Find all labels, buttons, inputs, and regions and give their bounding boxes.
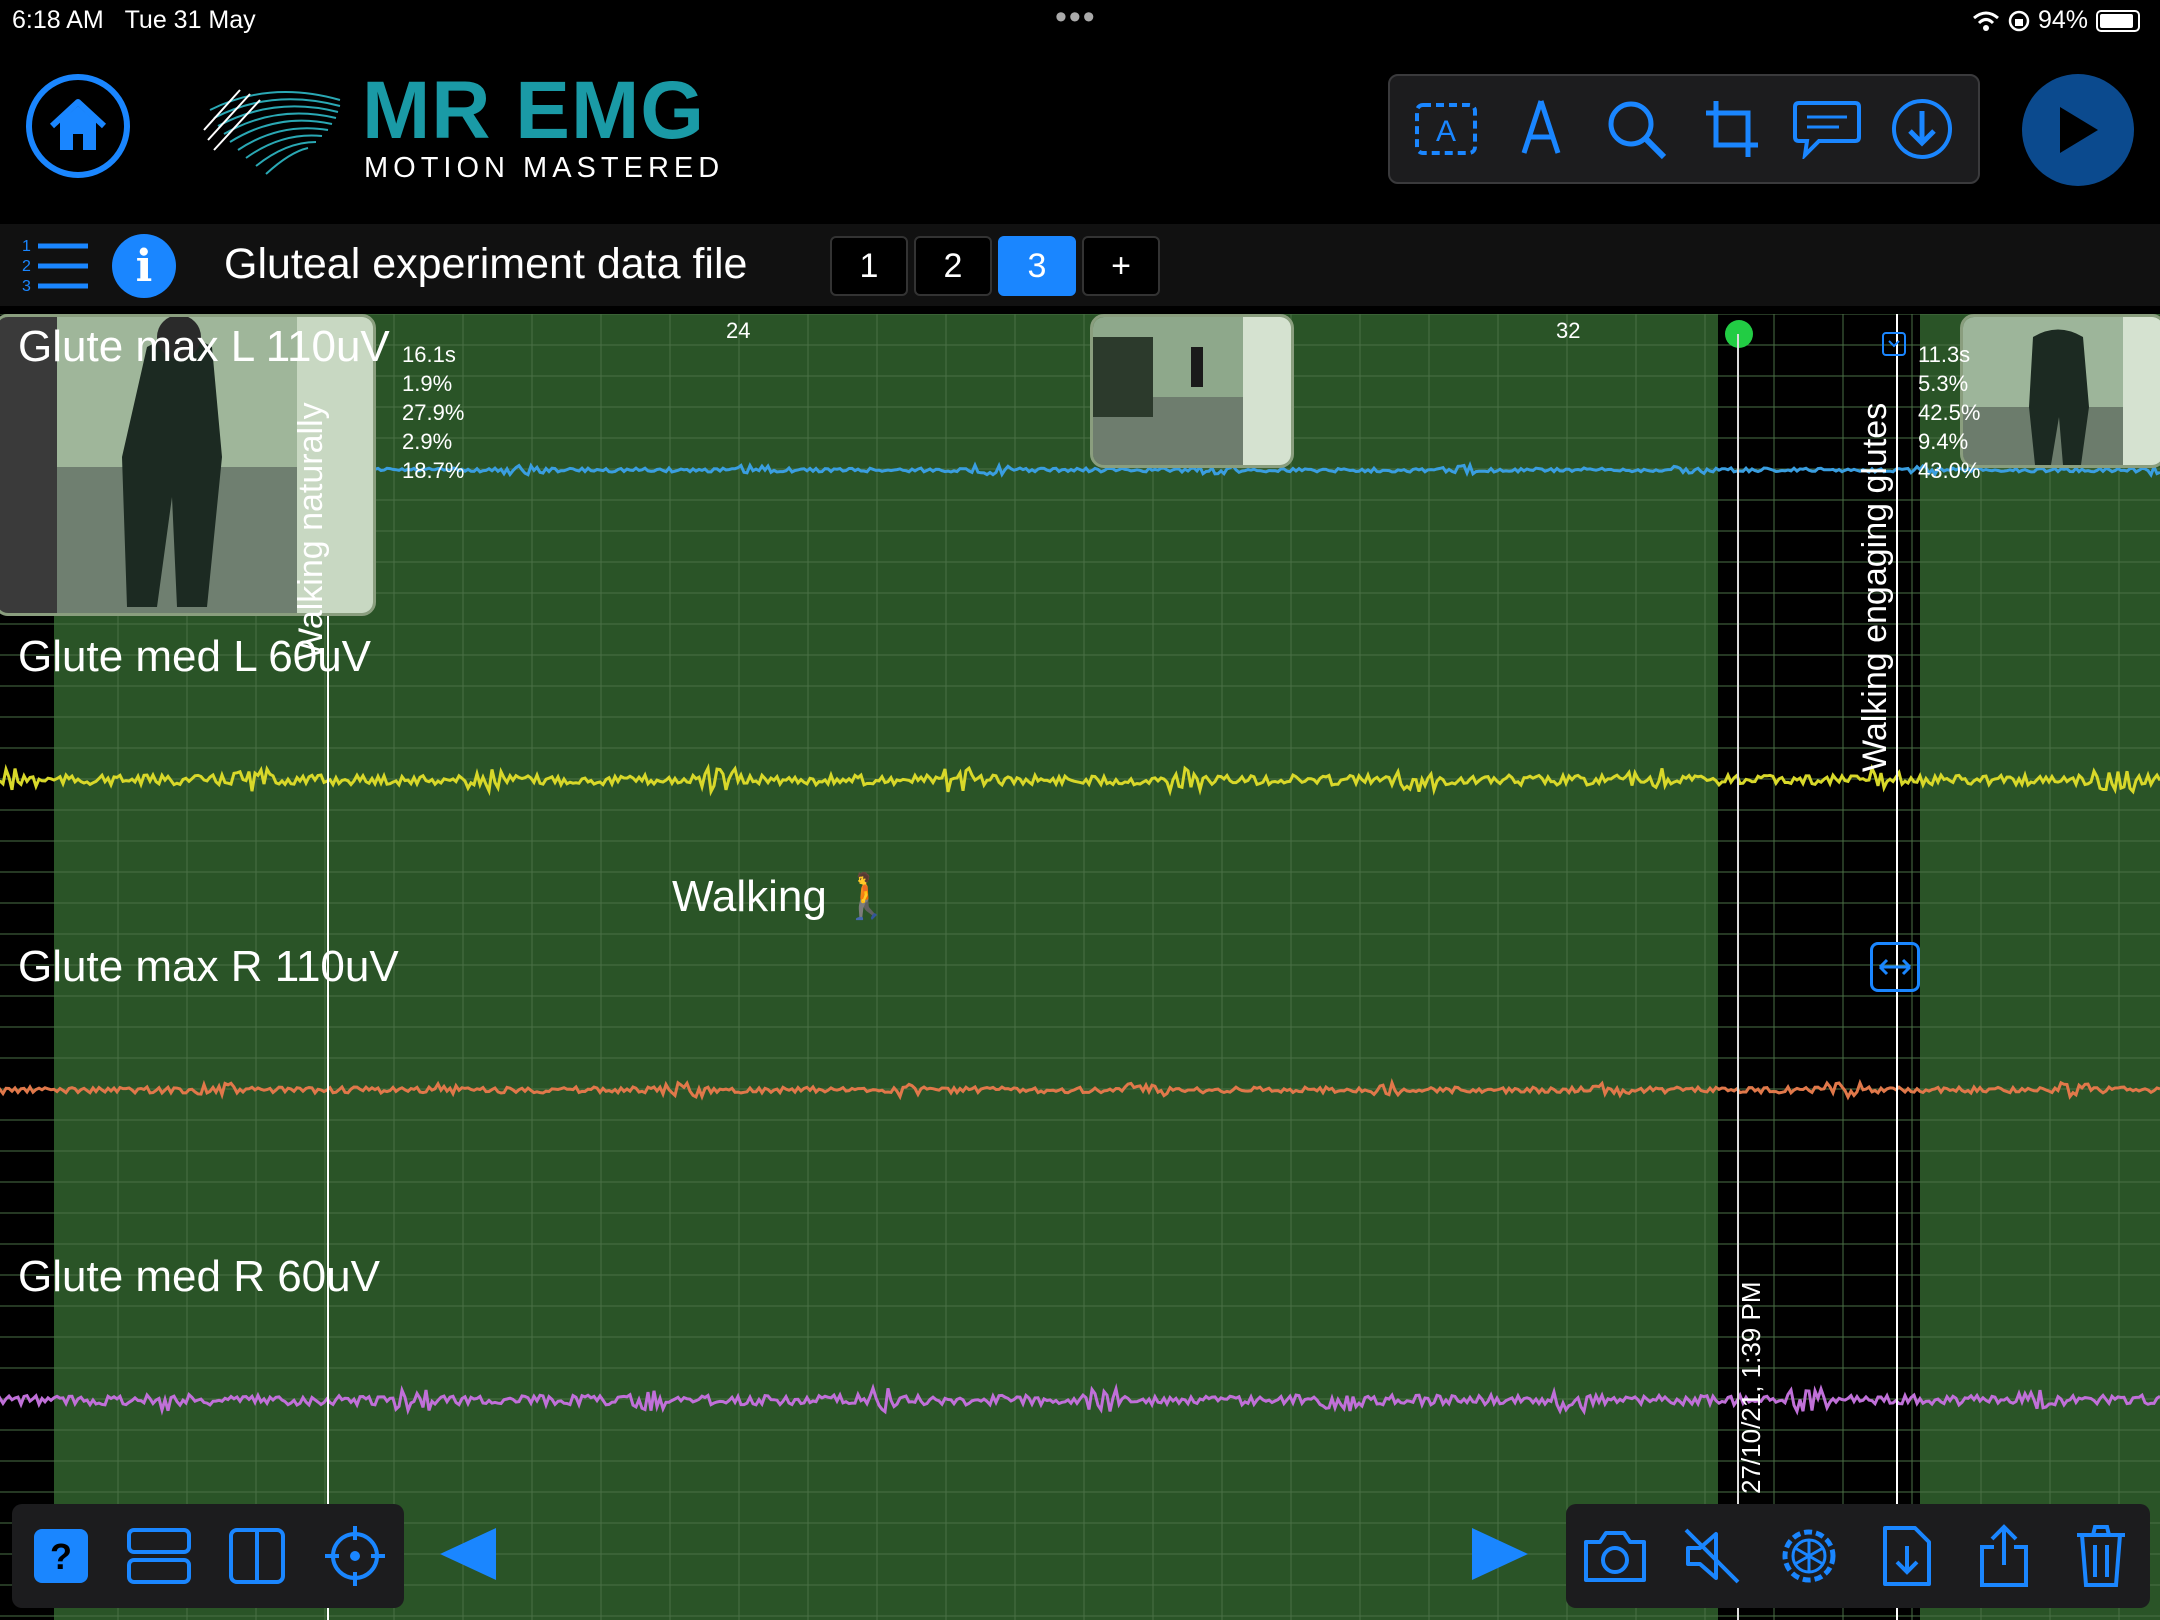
wifi-icon — [1972, 11, 1999, 31]
stat-value: 2.9% — [402, 429, 453, 454]
video-frame-image — [1093, 317, 1291, 465]
axis-tick-24: 24 — [726, 318, 751, 343]
gear-icon — [1782, 1529, 1836, 1583]
channel-label-glute-max-r: Glute max R 110uV — [18, 942, 399, 991]
annotation-timestamp: 27/10/21, 1:39 PM — [1736, 1281, 1766, 1494]
pen-icon — [1521, 100, 1561, 154]
tab-3[interactable]: 3 — [998, 236, 1076, 296]
home-icon — [49, 99, 107, 150]
stat-value: 5.3% — [1918, 371, 1969, 396]
stat-value: 9.4% — [1918, 429, 1969, 454]
svg-text:2: 2 — [22, 258, 31, 275]
video-frame-image — [1963, 317, 2160, 465]
video-thumbnail-3[interactable] — [1960, 314, 2160, 468]
stat-value: 42.5% — [1918, 400, 1981, 425]
search-button[interactable] — [1598, 91, 1674, 167]
recenter-button[interactable] — [317, 1518, 393, 1594]
channel-label-glute-med-r: Glute med R 60uV — [18, 1252, 380, 1301]
search-icon — [1608, 101, 1667, 160]
next-icon[interactable] — [1468, 1524, 1532, 1584]
action-toolbar — [1566, 1504, 2150, 1608]
emg-trace — [0, 763, 2160, 797]
video-thumbnail-2[interactable] — [1090, 314, 1294, 468]
file-tabs: 1 2 3 + — [830, 236, 1160, 296]
svg-text:3: 3 — [22, 278, 31, 294]
crop-button[interactable] — [1694, 91, 1770, 167]
file-download-icon — [1882, 1526, 1931, 1586]
status-bar: 6:18 AM Tue 31 May ••• 94% — [0, 0, 2160, 40]
split-view-button[interactable] — [219, 1518, 295, 1594]
play-button[interactable] — [2022, 74, 2134, 186]
multitasking-dots-icon[interactable]: ••• — [1055, 0, 1097, 37]
stat-value: 18.7% — [402, 458, 465, 483]
help-icon: ? — [34, 1529, 88, 1583]
channel-label-glute-max-l: Glute max L 110uV — [18, 322, 390, 371]
split-layout-icon — [229, 1528, 285, 1584]
annotation-walking-naturally[interactable]: Walking naturally — [292, 402, 331, 660]
tab-1[interactable]: 1 — [830, 236, 908, 296]
camera-button[interactable] — [1577, 1518, 1653, 1594]
file-title: Gluteal experiment data file — [224, 240, 748, 288]
comment-button[interactable] — [1789, 91, 1865, 167]
orientation-lock-icon — [2008, 10, 2030, 31]
resize-segment-handle[interactable] — [1870, 942, 1920, 992]
settings-button[interactable] — [1771, 1518, 1847, 1594]
chevron-down-icon — [1888, 340, 1900, 348]
svg-text:?: ? — [50, 1536, 72, 1577]
battery-percent: 94% — [2037, 6, 2088, 34]
play-icon — [2060, 107, 2098, 153]
home-button[interactable] — [26, 74, 130, 178]
comment-icon — [1792, 101, 1861, 159]
emg-plot[interactable]: 24 32 Glute max L 110uV Glute med L 60uV… — [0, 314, 2160, 1620]
stat-value: 27.9% — [402, 400, 465, 425]
time-marker-dot[interactable] — [1725, 320, 1753, 348]
stat-duration: 16.1s — [402, 342, 456, 367]
stat-value: 43.0% — [1918, 458, 1981, 483]
emg-trace — [0, 1383, 2160, 1416]
trash-icon — [2077, 1525, 2126, 1587]
share-button[interactable] — [1966, 1518, 2042, 1594]
stat-duration: 11.3s — [1918, 342, 1971, 367]
info-icon[interactable]: i — [112, 234, 176, 298]
crosshair-icon — [325, 1526, 385, 1586]
crop-icon — [1705, 101, 1758, 157]
segment-stats-left: 16.1s 1.9% 27.9% 2.9% 18.7% — [402, 340, 464, 485]
annotation-walking[interactable]: Walking 🚶 — [672, 870, 894, 922]
numbered-list-icon[interactable]: 1 2 3 — [20, 236, 90, 294]
axis-tick-32: 32 — [1556, 318, 1581, 343]
help-button[interactable]: ? — [23, 1518, 99, 1594]
text-box-button[interactable]: A — [1408, 91, 1484, 167]
marker-handle-icon[interactable] — [1882, 332, 1906, 356]
brand-logo-icon — [203, 89, 341, 175]
import-file-button[interactable] — [1869, 1518, 1945, 1594]
camera-icon — [1583, 1531, 1646, 1582]
svg-text:1: 1 — [22, 238, 31, 255]
stat-value: 1.9% — [402, 371, 453, 396]
speaker-muted-icon — [1684, 1528, 1740, 1584]
status-indicators: 94% — [1972, 6, 2140, 35]
svg-text:A: A — [1436, 115, 1456, 148]
horizontal-resize-icon — [1878, 958, 1912, 976]
text-box-icon: A — [1414, 103, 1477, 155]
stack-view-button[interactable] — [121, 1518, 197, 1594]
previous-icon[interactable] — [436, 1524, 500, 1584]
segment-stats-right: 11.3s 5.3% 42.5% 9.4% 43.0% — [1918, 340, 1980, 485]
download-icon — [1892, 99, 1953, 159]
rows-layout-icon — [127, 1528, 191, 1584]
download-button[interactable] — [1884, 91, 1960, 167]
view-toolbar: ? — [12, 1504, 404, 1608]
share-icon — [1979, 1524, 2028, 1587]
brand-title: MR EMG — [362, 65, 706, 156]
mute-button[interactable] — [1674, 1518, 1750, 1594]
emg-trace — [0, 1078, 2160, 1101]
status-time: 6:18 AM Tue 31 May — [12, 6, 256, 34]
brand-subtitle: MOTION MASTERED — [364, 152, 725, 184]
add-tab-button[interactable]: + — [1082, 236, 1160, 296]
tab-2[interactable]: 2 — [914, 236, 992, 296]
delete-button[interactable] — [2063, 1518, 2139, 1594]
annotation-walking-engaging-glutes[interactable]: Walking engaging glutes — [1856, 403, 1895, 772]
pen-button[interactable] — [1503, 91, 1579, 167]
annotation-toolbar: A — [1388, 74, 1980, 184]
battery-icon — [2096, 9, 2140, 32]
